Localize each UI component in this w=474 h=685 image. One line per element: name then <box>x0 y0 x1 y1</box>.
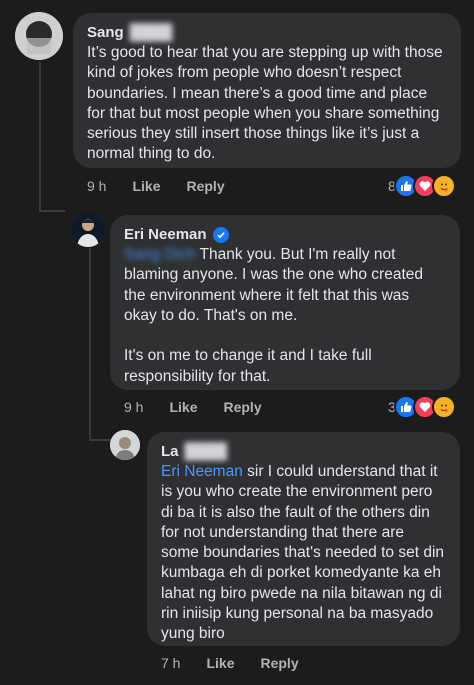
reply-button-1[interactable]: Reply <box>186 178 224 194</box>
thread-line-main <box>39 62 41 212</box>
comment-author-3[interactable]: La ████ <box>161 442 446 462</box>
comment-text-3: Eri Neeman sir I could understand that i… <box>161 463 449 643</box>
comment-actions-3: 7 h Like Reply <box>161 655 325 671</box>
care-icon <box>431 174 456 198</box>
comment-bubble-3: La ████ Eri Neeman sir I could understan… <box>147 432 460 646</box>
comment-time-2[interactable]: 9 h <box>124 399 143 415</box>
mention-link-eri-neeman[interactable]: Eri Neeman <box>161 463 243 480</box>
comment-author-1[interactable]: Sang ████ <box>87 23 447 43</box>
comment-text-2: Sang Dich Thank you. But I'm really not … <box>124 246 423 385</box>
comment-text-1: It’s good to hear that you are stepping … <box>87 44 447 163</box>
comment-time-3[interactable]: 7 h <box>161 655 180 671</box>
comment-time-1[interactable]: 9 h <box>87 178 106 194</box>
thread-line-reply <box>89 248 91 440</box>
comment-author-2[interactable]: Eri Neeman <box>124 225 446 245</box>
mention-link-redacted[interactable]: Sang Dich <box>124 246 196 263</box>
reply-button-2[interactable]: Reply <box>223 399 261 415</box>
care-icon <box>431 395 456 419</box>
profile-photo-icon <box>71 213 105 247</box>
comment-actions-2: 9 h Like Reply <box>124 399 288 415</box>
reply-button-3[interactable]: Reply <box>260 655 298 671</box>
thread-line-elbow-2 <box>89 439 111 441</box>
author-name-redacted: ████ <box>184 443 228 460</box>
reaction-summary-2[interactable]: 3 <box>388 395 456 419</box>
like-button-3[interactable]: Like <box>206 655 234 671</box>
verified-badge-icon <box>212 227 229 243</box>
reaction-summary-1[interactable]: 8 <box>388 174 456 198</box>
avatar-commenter-3[interactable] <box>110 430 140 460</box>
comment-actions-1: 9 h Like Reply <box>87 178 251 194</box>
comment-bubble-2: Eri Neeman Sang Dich Thank you. But I'm … <box>110 215 460 390</box>
avatar-eri-neeman[interactable] <box>71 213 105 247</box>
like-button-1[interactable]: Like <box>132 178 160 194</box>
author-name-redacted: ████ <box>129 24 173 41</box>
thread-line-elbow <box>39 210 65 212</box>
like-button-2[interactable]: Like <box>169 399 197 415</box>
avatar-commenter-1[interactable] <box>15 12 63 60</box>
profile-photo-icon <box>110 430 140 460</box>
comment-bubble-1: Sang ████ It’s good to hear that you are… <box>73 13 461 168</box>
profile-photo-icon <box>15 12 63 60</box>
